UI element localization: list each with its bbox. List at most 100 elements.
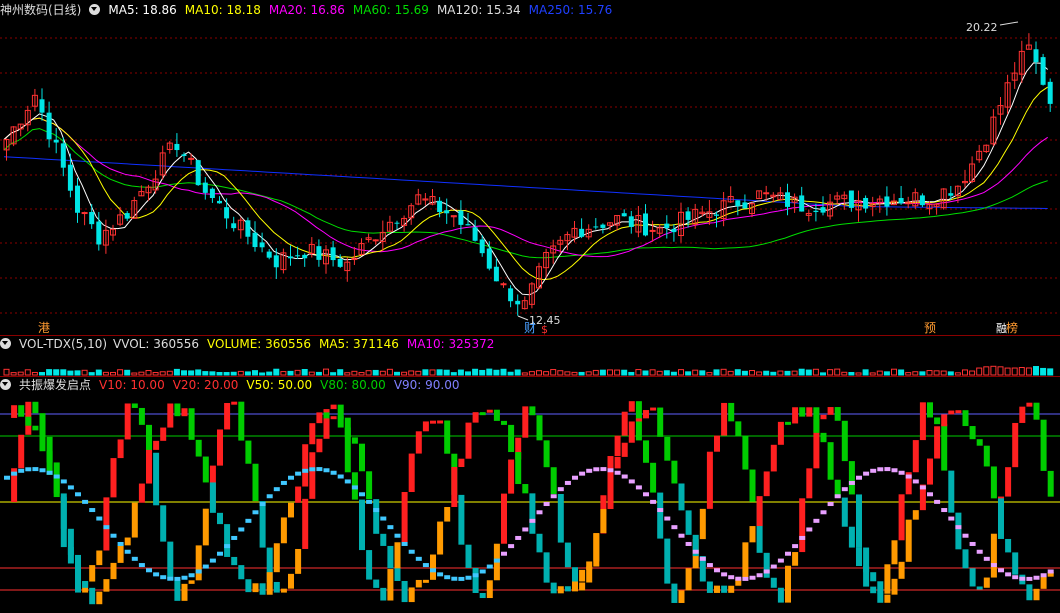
candle-body-down [948,193,954,196]
indicator-bar-osc-fast [1047,470,1054,497]
volume-bar [898,369,905,376]
indicator-slow-marker [955,525,962,530]
indicator-slow-marker [39,468,46,473]
indicator-slow-marker [806,527,813,532]
volume-bar [791,370,798,376]
indicator-bar-osc-fast [785,565,791,603]
indicator-slow-marker [231,535,238,540]
indicator-bar-osc-fast [195,545,202,581]
indicator-slow-marker [557,487,564,492]
indicator-slow-marker [146,568,152,573]
indicator-bar-osc-mid [273,543,280,573]
event-marker-forecast[interactable]: 预 [924,321,936,335]
volume-bar [862,369,869,376]
indicator-slow-marker [777,558,784,563]
volume-bar [855,372,862,376]
indicator-slow-marker [330,470,337,475]
indicator-bar-osc-mid [245,579,252,593]
candle-body-down [628,216,634,227]
indicator-slow-marker [841,487,848,492]
volume-bar [216,372,223,376]
indicator-bar-osc-fast [359,499,365,551]
indicator-slow-marker [948,516,955,521]
indicator-bar-osc-fast [990,533,997,578]
candle-body-down [195,160,201,186]
indicator-bar-osc-mid [572,581,578,592]
indicator-bar-osc-mid [664,436,671,461]
volume-bar [571,371,578,376]
indicator-slow-marker [657,508,664,513]
indicator-slow-marker [46,470,53,475]
indicator-bar-osc-fast [103,497,110,551]
indicator-bar-osc-mid [820,432,827,443]
indicator-bar-osc-mid [962,410,969,427]
volume-bar [294,369,301,376]
candle-body-up [649,229,656,232]
indicator-bar-osc-fast [259,501,266,548]
volume-bar [53,369,60,376]
indicator-bar-osc-mid [501,420,507,425]
candle-body-down [458,210,464,225]
volume-bar [912,371,919,376]
indicator-bar-osc-mid [25,416,32,426]
volume-bar [252,370,258,376]
event-marker-finance[interactable]: 财 [524,321,536,335]
indicator-bar-osc-fast [557,493,564,543]
indicator-bar-osc-mid [451,466,458,508]
volume-bar [479,369,486,376]
indicator-bar-osc-mid [202,456,209,483]
indicator-bar-osc-mid [437,521,444,555]
indicator-bar-osc-mid [564,586,571,592]
indicator-bar-osc-fast [202,508,209,546]
indicator-slow-marker [593,467,600,472]
indicator-bar-osc-mid [905,519,912,562]
event-marker-hk[interactable]: 港 [38,321,50,335]
indicator-bar-osc-mid [266,572,273,595]
indicator-bar-osc-mid [493,409,500,421]
indicator-bar-osc-fast [401,492,408,543]
volume-bar [209,371,216,376]
candle-body-down [231,223,237,229]
indicator-bar-osc-mid [657,407,664,437]
candle-body-down [493,266,499,282]
candle-body-down [593,226,599,228]
volume-bar [543,371,550,376]
indicator-bar-osc-fast [32,401,39,414]
stock-chart[interactable]: 20.22 12.45 港 财 $ 预 融 榜 [0,0,1060,613]
indicator-slow-marker [273,487,280,492]
volume-bar [926,370,933,376]
indicator-bar-osc-fast [891,540,898,565]
indicator-slow-marker [962,533,969,538]
candle-body-down [444,210,450,214]
indicator-slow-marker [309,467,316,472]
volume-bar [592,369,599,376]
event-marker-dollar[interactable]: $ [541,323,548,336]
indicator-bar-osc-fast [614,435,621,457]
indicator-bar-osc-fast [735,421,742,436]
indicator-bar-osc-mid [486,409,493,413]
indicator-bar-osc-mid [167,403,174,428]
volume-bar [386,368,393,376]
volume-bar [1033,366,1039,376]
indicator-slow-marker [458,576,465,581]
indicator-slow-marker [735,576,742,581]
indicator-bar-osc-fast [337,404,344,428]
indicator-slow-marker [401,541,408,546]
event-marker-ranking[interactable]: 榜 [1006,320,1018,335]
candle-body-down [664,223,670,228]
candle-body-down [75,185,80,213]
indicator-bar-osc-mid [252,583,259,593]
indicator-slow-marker [898,470,905,475]
indicator-bar-osc-mid [529,493,536,534]
indicator-bar-osc-mid [316,412,323,424]
indicator-bar-osc-fast [302,498,309,549]
indicator-bar-osc-fast [1026,402,1033,407]
indicator-bar-osc-fast [856,494,862,548]
indicator-slow-marker [813,518,820,523]
indicator-bar-osc-mid [763,471,770,497]
indicator-bar-osc-fast [508,459,515,494]
indicator-slow-marker [337,474,344,479]
indicator-slow-marker [11,471,18,476]
indicator-slow-marker [685,541,692,546]
volume-bar [827,369,834,376]
